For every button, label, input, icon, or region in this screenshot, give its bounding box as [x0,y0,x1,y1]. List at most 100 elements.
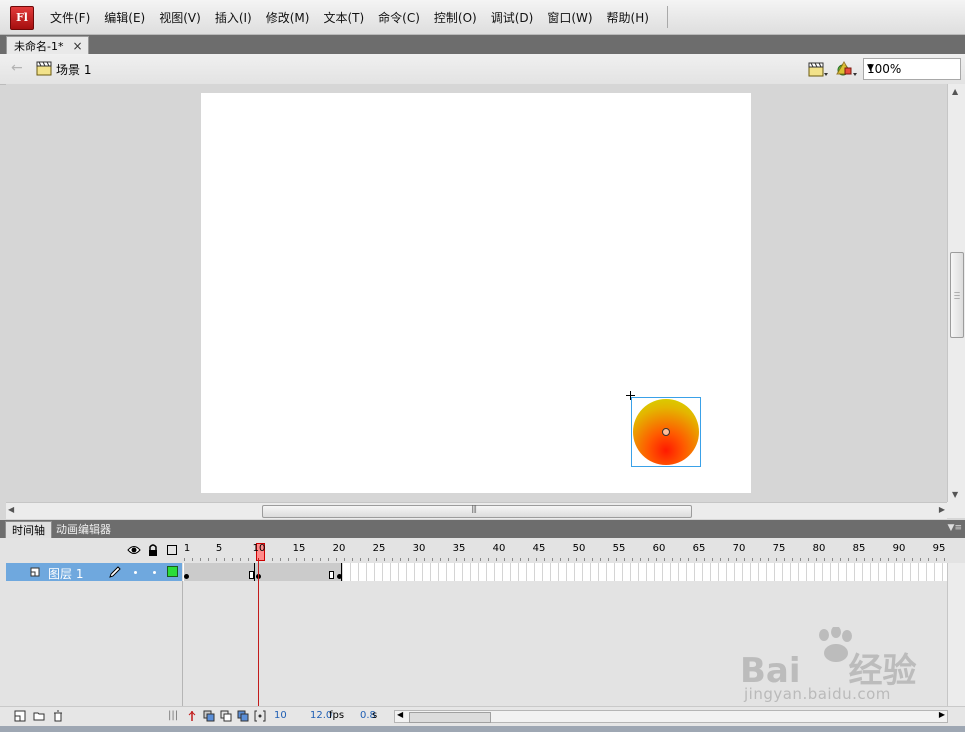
lock-dot[interactable] [153,571,156,574]
menu-separator [667,6,668,28]
stage-horizontal-thumb[interactable]: ||| [262,504,692,518]
edit-scene-icon[interactable] [808,60,828,78]
menu-item[interactable]: 文本(T) [319,9,368,26]
scroll-left-icon[interactable]: ◀ [8,505,14,514]
scroll-up-icon[interactable]: ▲ [952,87,958,96]
current-frame-number[interactable]: 10 [274,710,287,721]
keyframe-dot[interactable] [184,574,189,579]
menu-item[interactable]: 命令(C) [374,9,424,26]
ruler-label: 65 [692,543,706,554]
onion-outlines-icon[interactable] [220,710,232,722]
ruler-label: 30 [412,543,426,554]
edit-symbols-icon[interactable] [836,60,858,78]
layer-name[interactable]: 图层 1 [48,565,83,582]
ruler-tick [712,558,713,561]
modify-markers-icon[interactable] [254,710,266,722]
new-folder-icon[interactable] [33,710,45,722]
gradient-ball[interactable] [633,399,699,465]
ruler-tick [184,558,185,561]
menu-item[interactable]: 控制(O) [430,9,481,26]
ruler-tick [656,558,657,561]
scroll-right-icon[interactable]: ▶ [939,505,945,514]
ruler-tick [752,558,753,561]
ruler-tick [464,558,465,561]
edit-multiple-frames-icon[interactable] [237,710,249,722]
menu-item[interactable]: 窗口(W) [543,9,596,26]
layer-icon [30,567,40,577]
ruler-tick [768,558,769,561]
ruler-tick [360,558,361,561]
pencil-icon [109,566,121,578]
end-frame-marker[interactable] [329,571,334,579]
onion-skin-icon[interactable] [203,710,215,722]
visibility-dot[interactable] [134,571,137,574]
selection-box[interactable] [631,397,701,467]
stage-horizontal-scrollbar[interactable]: ◀ ||| ▶ [6,502,947,519]
lock-icon[interactable] [148,543,158,557]
ruler-tick [896,558,897,561]
menu-item[interactable]: 插入(I) [211,9,256,26]
scroll-left-icon[interactable]: ◀ [397,710,403,719]
menu-item[interactable]: 调试(D) [487,9,538,26]
frame-ruler[interactable]: 1 5 10 15 20 25 30 35 40 45 50 55 60 65 70 75 80 85 90 95 [183,541,947,561]
scroll-right-icon[interactable]: ▶ [939,710,945,719]
ruler-tick [832,558,833,561]
ruler-tick [800,558,801,561]
ruler-tick [736,558,737,561]
ruler-tick [304,558,305,561]
ruler-tick [248,558,249,561]
ruler-tick [272,558,273,561]
document-tab[interactable]: 未命名-1* × [6,36,89,55]
center-frame-icon[interactable] [186,710,198,722]
new-layer-icon[interactable] [14,710,26,722]
ruler-tick [936,558,937,561]
back-arrow-icon[interactable]: ← [11,60,23,76]
ruler-tick [232,558,233,561]
ruler-label: 50 [572,543,586,554]
outline-color-swatch[interactable] [167,566,178,577]
ruler-label: 35 [452,543,466,554]
timeline-horizontal-thumb[interactable] [409,712,491,723]
outline-icon[interactable] [167,545,177,555]
span-end-line[interactable] [341,563,342,581]
ruler-label: 80 [812,543,826,554]
stage-vertical-thumb[interactable]: — — — [950,252,964,338]
ruler-tick [416,558,417,561]
eye-icon[interactable] [127,544,141,556]
tab-timeline[interactable]: 时间轴 [5,521,52,539]
ruler-tick [504,558,505,561]
close-icon[interactable]: × [72,39,82,53]
frame-rate-unit: fps [329,710,345,721]
stage[interactable] [201,93,751,493]
ruler-label: 70 [732,543,746,554]
ruler-tick [640,558,641,561]
ruler-tick [352,558,353,561]
layer-row[interactable]: 图层 1 [6,563,182,581]
ruler-label: 95 [932,543,946,554]
trash-icon[interactable] [52,710,64,722]
scroll-down-icon[interactable]: ▼ [952,490,958,499]
tween-span[interactable] [184,563,342,581]
ruler-tick [288,558,289,561]
scene-label[interactable]: 场景 1 [56,61,91,78]
watermark: Bai 经验 jingyan.baidu.com [740,625,955,710]
ruler-tick [384,558,385,561]
span-divider[interactable] [254,563,255,581]
tab-motion-editor[interactable]: 动画编辑器 [50,521,117,538]
menu-item[interactable]: 帮助(H) [603,9,653,26]
ruler-label: 5 [215,543,223,554]
menu-item[interactable]: 编辑(E) [100,9,149,26]
menu-bar: Fl 文件(F) 编辑(E) 视图(V) 插入(I) 修改(M) 文本(T) 命令(C) 控制… [0,0,965,35]
zoom-select[interactable]: 100% ▼ [863,58,961,80]
ruler-tick [552,558,553,561]
ruler-tick [560,558,561,561]
ruler-label: 75 [772,543,786,554]
menu-item[interactable]: 文件(F) [46,9,94,26]
panel-menu-icon[interactable]: ▼≡ [948,523,962,533]
ruler-tick [776,558,777,561]
stage-vertical-scrollbar[interactable]: ▲ — — — ▼ [947,84,965,502]
menu-item[interactable]: 视图(V) [155,9,205,26]
menu-item[interactable]: 修改(M) [262,9,314,26]
timeline-horizontal-scrollbar[interactable]: ◀ ▶ [394,710,948,723]
ruler-tick [448,558,449,561]
